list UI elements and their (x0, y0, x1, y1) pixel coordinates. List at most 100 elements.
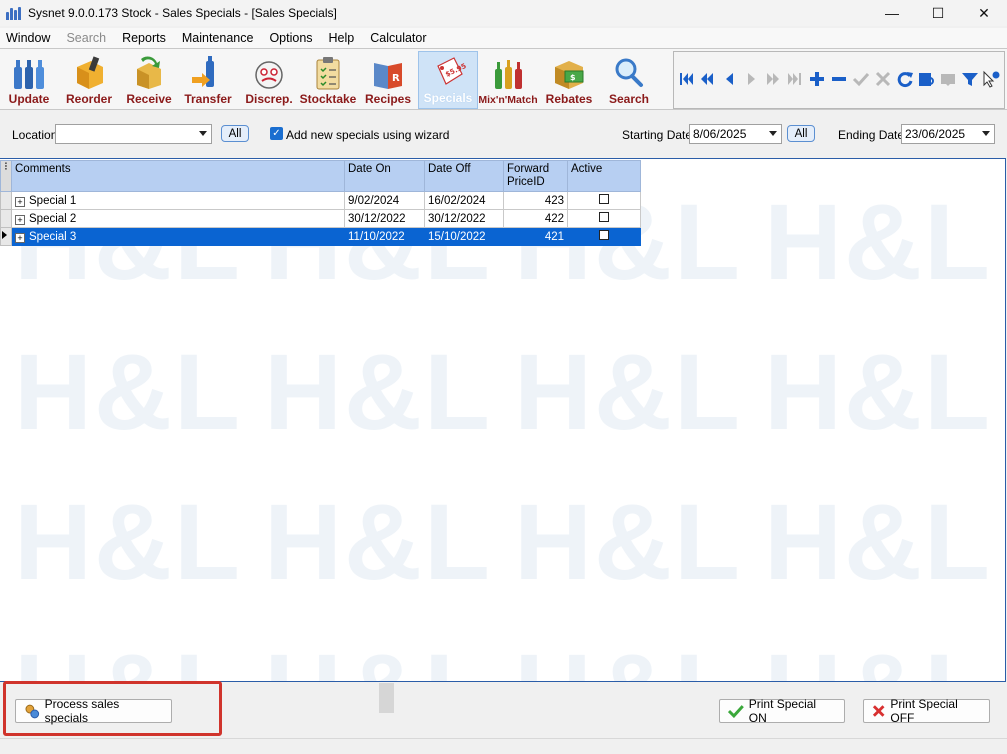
reorder-button[interactable]: Reorder (62, 51, 116, 109)
search-button[interactable]: Search (602, 51, 656, 109)
starting-date-label: Starting Date (622, 128, 693, 142)
update-button[interactable]: Update (4, 51, 54, 109)
receive-button[interactable]: Receive (122, 51, 176, 109)
watermark: H&L (764, 629, 992, 681)
comment-cell[interactable]: + Special 1 (11, 191, 345, 210)
active-checkbox[interactable] (599, 194, 609, 204)
menu-reports[interactable]: Reports (116, 31, 172, 45)
discrepancy-button[interactable]: Discrep. (242, 51, 296, 109)
watermark: H&L (514, 331, 742, 452)
price-id-cell[interactable]: 421 (503, 227, 568, 246)
cancel-icon[interactable] (874, 70, 892, 88)
last-record-icon[interactable] (785, 70, 803, 88)
date-on-cell[interactable]: 11/10/2022 (344, 227, 425, 246)
delete-icon[interactable] (830, 70, 848, 88)
column-chooser-icon[interactable]: ⁝ (0, 160, 12, 192)
search-label: Search (608, 92, 650, 106)
menu-help[interactable]: Help (323, 31, 361, 45)
confirm-icon[interactable] (852, 70, 870, 88)
active-cell[interactable] (567, 227, 641, 246)
watermark: H&L (14, 481, 242, 602)
watermark: H&L (264, 481, 492, 602)
watermark: H&L (14, 629, 242, 681)
menu-bar: Window Search Reports Maintenance Option… (0, 28, 1007, 48)
table-row[interactable]: + Special 2 30/12/2022 30/12/2022 422 (0, 209, 641, 228)
starting-date-combo[interactable]: 8/06/2025 (689, 124, 782, 144)
print-special-off-button[interactable]: Print Special OFF (863, 697, 990, 725)
column-header-active[interactable]: Active (567, 160, 641, 192)
date-off-cell[interactable]: 16/02/2024 (424, 191, 504, 210)
specials-button[interactable]: $5.95 Specials (418, 51, 478, 109)
check-icon (728, 705, 744, 718)
chevron-down-icon (769, 131, 777, 136)
active-cell[interactable] (567, 191, 641, 210)
menu-maintenance[interactable]: Maintenance (176, 31, 260, 45)
add-icon[interactable] (808, 70, 826, 88)
active-checkbox[interactable] (599, 230, 609, 240)
window-title: Sysnet 9.0.0.173 Stock - Sales Specials … (28, 6, 337, 20)
search-book-icon[interactable] (917, 70, 935, 88)
filter-icon[interactable] (961, 70, 979, 88)
first-record-icon[interactable] (678, 70, 696, 88)
column-header-comments[interactable]: Comments (11, 160, 345, 192)
date-on-cell[interactable]: 30/12/2022 (344, 209, 425, 228)
maximize-button[interactable]: ☐ (915, 0, 961, 26)
date-on-cell[interactable]: 9/02/2024 (344, 191, 425, 210)
row-indicator[interactable] (0, 227, 12, 246)
price-id-cell[interactable]: 423 (503, 191, 568, 210)
row-indicator[interactable] (0, 209, 12, 228)
chevron-down-icon (199, 131, 207, 136)
transfer-button[interactable]: Transfer (181, 51, 235, 109)
prev-record-icon[interactable] (721, 70, 739, 88)
title-bar: Sysnet 9.0.0.173 Stock - Sales Specials … (0, 0, 1007, 26)
mix-n-match-button[interactable]: Mix'n'Match (478, 51, 538, 109)
menu-calculator[interactable]: Calculator (364, 31, 432, 45)
bookmark-icon[interactable] (939, 70, 957, 88)
comment-cell[interactable]: + Special 2 (11, 209, 345, 228)
watermark: H&L (764, 181, 992, 302)
menu-window[interactable]: Window (0, 31, 56, 45)
stocktake-button[interactable]: Stocktake (296, 51, 360, 109)
menu-options[interactable]: Options (263, 31, 318, 45)
row-indicator[interactable] (0, 191, 12, 210)
watermark: H&L (14, 331, 242, 452)
svg-text:R: R (392, 73, 400, 84)
expand-icon[interactable]: + (15, 196, 25, 207)
menu-search[interactable]: Search (60, 31, 112, 45)
discrepancy-label: Discrep. (245, 92, 293, 106)
print-special-on-button[interactable]: Print Special ON (719, 697, 845, 725)
column-header-forward-price-id[interactable]: Forward PriceID (503, 160, 568, 192)
next-record-icon[interactable] (742, 70, 760, 88)
location-combo[interactable] (55, 124, 212, 144)
table-row-selected[interactable]: + Special 3 11/10/2022 15/10/2022 421 (0, 227, 641, 246)
comment-cell[interactable]: + Special 3 (11, 227, 345, 246)
starting-date-all-button[interactable]: All (787, 125, 815, 142)
column-header-date-on[interactable]: Date On (344, 160, 425, 192)
wizard-checkbox[interactable]: ✓ (270, 127, 283, 140)
table-row[interactable]: + Special 1 9/02/2024 16/02/2024 423 (0, 191, 641, 210)
next-page-icon[interactable] (763, 70, 781, 88)
highlight-box (3, 681, 222, 736)
expand-icon[interactable]: + (15, 214, 25, 225)
column-header-date-off[interactable]: Date Off (424, 160, 504, 192)
chevron-down-icon (982, 131, 990, 136)
refresh-icon[interactable] (896, 70, 914, 88)
location-all-button[interactable]: All (221, 125, 249, 142)
prev-page-icon[interactable] (699, 70, 717, 88)
reorder-label: Reorder (65, 92, 112, 106)
active-checkbox[interactable] (599, 212, 609, 222)
date-off-cell[interactable]: 30/12/2022 (424, 209, 504, 228)
date-off-cell[interactable]: 15/10/2022 (424, 227, 504, 246)
expand-icon[interactable]: + (15, 232, 25, 243)
minimize-button[interactable]: — (869, 0, 915, 26)
transfer-label: Transfer (184, 92, 232, 106)
active-cell[interactable] (567, 209, 641, 228)
recipes-button[interactable]: R Recipes (362, 51, 414, 109)
close-button[interactable]: ✕ (961, 0, 1007, 26)
rebates-button[interactable]: $ Rebates (542, 51, 596, 109)
ending-date-value: 23/06/2025 (905, 127, 966, 141)
price-id-cell[interactable]: 422 (503, 209, 568, 228)
panel-splitter[interactable] (379, 683, 394, 713)
help-cursor-icon[interactable] (982, 70, 1000, 88)
ending-date-combo[interactable]: 23/06/2025 (901, 124, 995, 144)
